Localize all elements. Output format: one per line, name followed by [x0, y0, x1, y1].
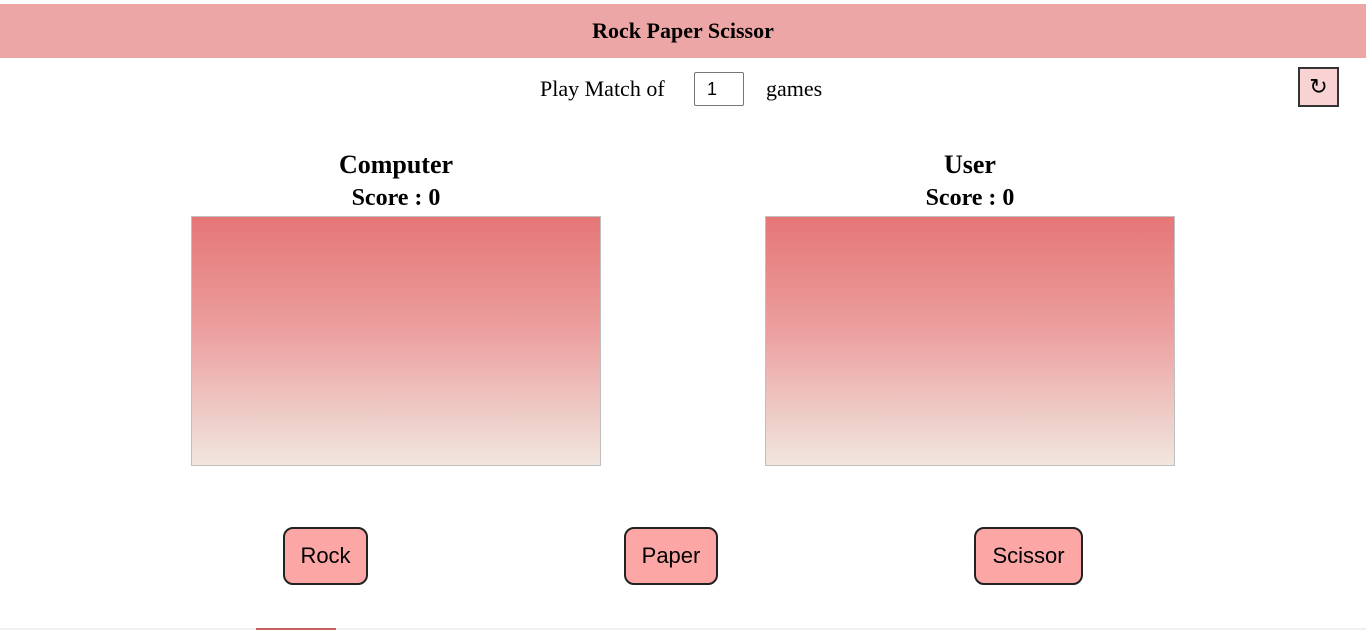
- computer-score: Score : 0: [351, 185, 441, 211]
- match-label: Play Match of: [540, 76, 665, 101]
- app-header: Rock Paper Scissor: [0, 4, 1366, 58]
- paper-button[interactable]: Paper: [624, 527, 718, 585]
- user-choice-panel: [765, 216, 1175, 466]
- user-title: User: [944, 150, 996, 179]
- rock-button[interactable]: Rock: [283, 527, 368, 585]
- computer-choice-panel: [191, 216, 601, 466]
- reset-button[interactable]: ↻: [1298, 67, 1339, 107]
- scissor-button[interactable]: Scissor: [974, 527, 1083, 585]
- computer-title: Computer: [338, 150, 454, 179]
- app-title: Rock Paper Scissor: [592, 18, 774, 43]
- match-suffix: games: [766, 76, 823, 101]
- match-settings: Play Match of games: [0, 72, 1366, 108]
- user-score: Score : 0: [925, 185, 1015, 211]
- games-count-input[interactable]: [694, 72, 744, 106]
- refresh-icon: ↻: [1309, 74, 1328, 100]
